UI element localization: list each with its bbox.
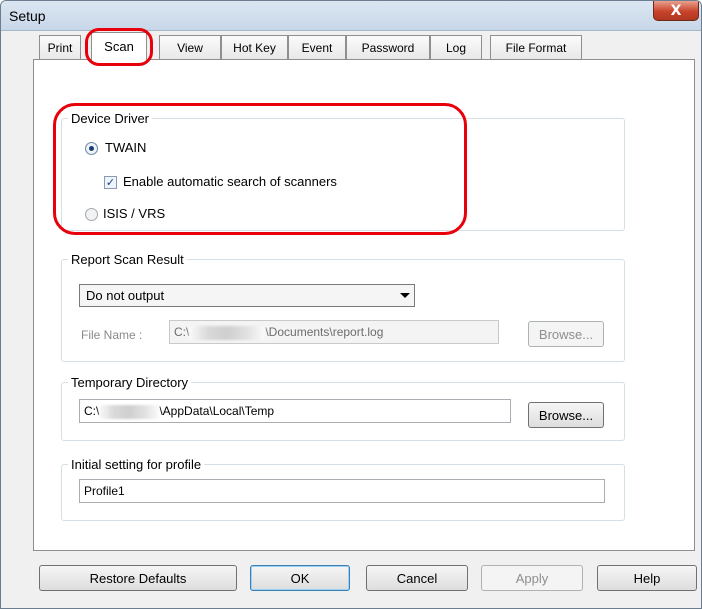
report-output-select[interactable]: Do not output xyxy=(79,284,415,307)
device-driver-highlight xyxy=(53,103,467,235)
report-browse-button[interactable]: Browse... xyxy=(528,321,604,347)
temp-browse-button[interactable]: Browse... xyxy=(528,402,604,428)
tab-label: Log xyxy=(445,40,467,55)
chevron-down-icon xyxy=(400,293,410,298)
report-output-value: Do not output xyxy=(86,288,165,303)
tab-password[interactable]: Password xyxy=(346,35,430,59)
initial-profile-field[interactable]: Profile1 xyxy=(79,479,605,503)
temporary-directory-legend: Temporary Directory xyxy=(71,375,189,390)
tab-label: Print xyxy=(47,40,73,55)
scan-tab-highlight xyxy=(85,28,153,66)
initial-profile-legend: Initial setting for profile xyxy=(71,457,202,472)
redacted-username xyxy=(189,325,266,340)
tab-hot-key[interactable]: Hot Key xyxy=(221,35,288,59)
redacted-username xyxy=(99,404,160,419)
path-suffix: \AppData\Local\Temp xyxy=(159,404,275,418)
temp-directory-field[interactable]: C:\ \AppData\Local\Temp xyxy=(79,399,511,423)
path-prefix: C:\ xyxy=(174,325,190,339)
button-label: Restore Defaults xyxy=(89,570,187,586)
tab-log[interactable]: Log xyxy=(430,35,482,59)
report-file-name-field[interactable]: C:\ \Documents\report.log xyxy=(169,320,499,344)
tab-event[interactable]: Event xyxy=(288,35,346,59)
close-icon: X xyxy=(670,2,682,19)
ok-button[interactable]: OK xyxy=(250,565,350,591)
tab-print[interactable]: Print xyxy=(39,35,81,59)
path-prefix: C:\ xyxy=(84,404,100,418)
button-label: Apply xyxy=(515,570,549,586)
button-label: OK xyxy=(290,570,310,586)
tab-label: Password xyxy=(361,40,415,55)
browse-label: Browse... xyxy=(538,326,594,342)
window-title: Setup xyxy=(9,8,46,24)
report-scan-result-legend: Report Scan Result xyxy=(71,252,184,267)
profile-value: Profile1 xyxy=(84,484,125,498)
tab-label: Hot Key xyxy=(233,40,276,55)
button-label: Cancel xyxy=(396,570,438,586)
restore-defaults-button[interactable]: Restore Defaults xyxy=(39,565,237,591)
close-button[interactable]: X xyxy=(653,1,699,21)
apply-button[interactable]: Apply xyxy=(481,565,583,591)
tab-file-format[interactable]: File Format xyxy=(490,35,582,59)
browse-label: Browse... xyxy=(538,407,594,423)
help-button[interactable]: Help xyxy=(597,565,697,591)
tab-view[interactable]: View xyxy=(159,35,221,59)
tab-label: Event xyxy=(301,40,333,55)
tab-label: File Format xyxy=(505,40,567,55)
title-bar[interactable]: Setup X xyxy=(1,1,701,31)
tab-label: View xyxy=(177,40,203,55)
path-suffix: \Documents\report.log xyxy=(265,325,384,339)
file-name-label: File Name : xyxy=(81,328,143,342)
setup-dialog: Setup X Print Scan View Hot Key Event Pa… xyxy=(0,0,702,609)
button-label: Help xyxy=(633,570,661,586)
cancel-button[interactable]: Cancel xyxy=(366,565,468,591)
